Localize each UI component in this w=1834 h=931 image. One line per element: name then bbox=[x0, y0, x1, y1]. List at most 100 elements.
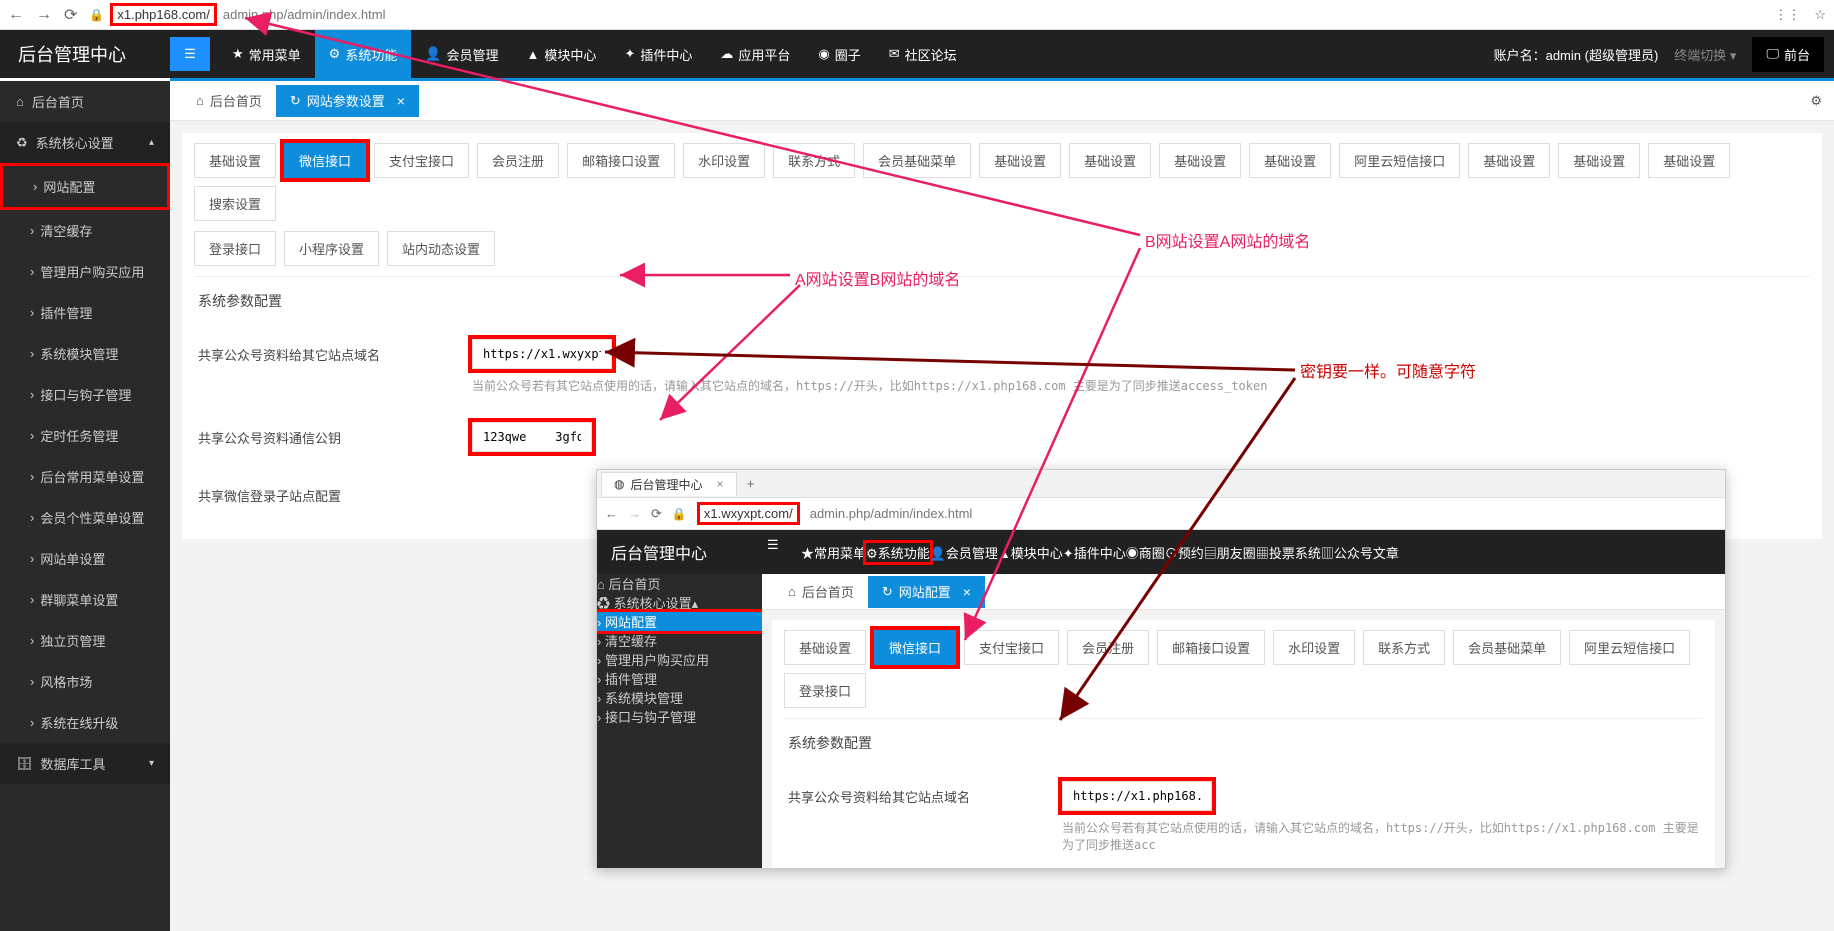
new-tab-button[interactable]: + bbox=[737, 476, 765, 491]
tab-miniapp[interactable]: 小程序设置 bbox=[284, 231, 379, 266]
inner-sidebar-user-buy[interactable]: › 管理用户购买应用 bbox=[597, 650, 762, 669]
inner-browser-tab[interactable]: ◍后台管理中心× bbox=[601, 472, 737, 496]
sidebar-home[interactable]: ⌂后台首页 bbox=[0, 81, 170, 122]
tab-base-3[interactable]: 基础设置 bbox=[1069, 143, 1151, 178]
menu-circle[interactable]: ◉圈子 bbox=[804, 30, 874, 78]
sidebar-group-system[interactable]: ♻系统核心设置▴ bbox=[0, 122, 170, 163]
inner-tab-login[interactable]: 登录接口 bbox=[784, 673, 866, 708]
inner-tab-alipay[interactable]: 支付宝接口 bbox=[964, 630, 1059, 665]
tab-base-6[interactable]: 基础设置 bbox=[1468, 143, 1550, 178]
sidebar-item-clear-cache[interactable]: ›清空缓存 bbox=[0, 210, 170, 251]
inner-sidebar-home[interactable]: ⌂ 后台首页 bbox=[597, 574, 762, 593]
sidebar-item-theme-market[interactable]: ›风格市场 bbox=[0, 661, 170, 702]
sidebar-item-user-buy[interactable]: ›管理用户购买应用 bbox=[0, 251, 170, 292]
input-pubkey[interactable] bbox=[472, 422, 592, 452]
inner-menu-plugin[interactable]: ✦插件中心 bbox=[1063, 543, 1126, 562]
sidebar-item-site-config[interactable]: ›网站配置 bbox=[0, 163, 170, 210]
inner-menu-system[interactable]: ⚙系统功能 bbox=[866, 543, 930, 562]
tab-aliyun-sms[interactable]: 阿里云短信接口 bbox=[1339, 143, 1460, 178]
menu-system[interactable]: ⚙系统功能 bbox=[315, 30, 412, 78]
sidebar-item-member-menu[interactable]: ›会员个性菜单设置 bbox=[0, 497, 170, 538]
forward-icon[interactable]: → bbox=[36, 6, 52, 24]
inner-tab-watermark[interactable]: 水印设置 bbox=[1273, 630, 1355, 665]
sidebar-item-hook[interactable]: ›接口与钩子管理 bbox=[0, 374, 170, 415]
inner-sidebar-site-config[interactable]: › 网站配置 bbox=[597, 612, 762, 631]
sidebar-item-online-upgrade[interactable]: ›系统在线升级 bbox=[0, 702, 170, 743]
inner-tab-home[interactable]: ⌂ 后台首页 bbox=[774, 576, 868, 608]
tab-register[interactable]: 会员注册 bbox=[477, 143, 559, 178]
input-domain[interactable] bbox=[472, 339, 612, 369]
tab-base-4[interactable]: 基础设置 bbox=[1159, 143, 1241, 178]
terminal-switch[interactable]: 终端切换 ▾ bbox=[1674, 45, 1736, 64]
menu-forum[interactable]: ✉社区论坛 bbox=[875, 30, 971, 78]
tab-site-params[interactable]: ↻网站参数设置× bbox=[276, 85, 419, 117]
sidebar-toggle-button[interactable]: ☰ bbox=[170, 37, 210, 71]
inner-sidebar-hook[interactable]: › 接口与钩子管理 bbox=[597, 707, 762, 726]
close-icon[interactable]: × bbox=[717, 477, 724, 491]
inner-menu-common[interactable]: ★常用菜单 bbox=[801, 543, 866, 562]
back-icon[interactable]: ← bbox=[605, 506, 618, 521]
tab-base-7[interactable]: 基础设置 bbox=[1558, 143, 1640, 178]
tab-alipay[interactable]: 支付宝接口 bbox=[374, 143, 469, 178]
tab-base-1[interactable]: 基础设置 bbox=[194, 143, 276, 178]
sidebar-item-cron[interactable]: ›定时任务管理 bbox=[0, 415, 170, 456]
tab-base-5[interactable]: 基础设置 bbox=[1249, 143, 1331, 178]
tab-watermark[interactable]: 水印设置 bbox=[683, 143, 765, 178]
tab-feed[interactable]: 站内动态设置 bbox=[387, 231, 495, 266]
inner-tab-member-menu[interactable]: 会员基础菜单 bbox=[1453, 630, 1561, 665]
menu-member[interactable]: 👤会员管理 bbox=[411, 30, 512, 78]
menu-plugin[interactable]: ✦插件中心 bbox=[610, 30, 706, 78]
sidebar-item-site-menu[interactable]: ›网站单设置 bbox=[0, 538, 170, 579]
inner-tab-register[interactable]: 会员注册 bbox=[1067, 630, 1149, 665]
inner-tab-wechat[interactable]: 微信接口 bbox=[874, 630, 956, 665]
tab-search[interactable]: 搜索设置 bbox=[194, 186, 276, 221]
sidebar-item-standalone[interactable]: ›独立页管理 bbox=[0, 620, 170, 661]
sidebar-item-module[interactable]: ›系统模块管理 bbox=[0, 333, 170, 374]
module-icon: ▲ bbox=[527, 47, 540, 62]
inner-sidebar-clear-cache[interactable]: › 清空缓存 bbox=[597, 631, 762, 650]
inner-tab-base[interactable]: 基础设置 bbox=[784, 630, 866, 665]
sidebar-group-database[interactable]: 🗄数据库工具▾ bbox=[0, 743, 170, 784]
forward-icon[interactable]: → bbox=[628, 506, 641, 521]
menu-app[interactable]: ☁应用平台 bbox=[706, 30, 804, 78]
inner-sidebar-plugin[interactable]: › 插件管理 bbox=[597, 669, 762, 688]
menu-common[interactable]: ★常用菜单 bbox=[218, 30, 315, 78]
sidebar-item-group-chat[interactable]: ›群聊菜单设置 bbox=[0, 579, 170, 620]
inner-menu-member[interactable]: 👤会员管理 bbox=[930, 543, 998, 562]
tab-base-8[interactable]: 基础设置 bbox=[1648, 143, 1730, 178]
inner-menu-moments[interactable]: ▤朋友圈 bbox=[1204, 543, 1256, 562]
inner-tab-mail[interactable]: 邮箱接口设置 bbox=[1157, 630, 1265, 665]
inner-menu-module[interactable]: ▲模块中心 bbox=[998, 543, 1063, 562]
star-icon[interactable]: ☆ bbox=[1814, 7, 1826, 23]
tab-wechat[interactable]: 微信接口 bbox=[284, 143, 366, 178]
inner-input-domain[interactable] bbox=[1062, 781, 1212, 811]
sidebar-item-plugin[interactable]: ›插件管理 bbox=[0, 292, 170, 333]
inner-menu-mp-article[interactable]: ▥公众号文章 bbox=[1321, 543, 1399, 562]
inner-menu-business[interactable]: ◉商圈 bbox=[1126, 543, 1165, 562]
close-icon[interactable]: × bbox=[397, 93, 405, 109]
tab-login[interactable]: 登录接口 bbox=[194, 231, 276, 266]
inner-menu-vote[interactable]: ▦投票系统 bbox=[1256, 543, 1321, 562]
config-tabs-row2: 登录接口 小程序设置 站内动态设置 bbox=[194, 231, 1810, 266]
tab-mail[interactable]: 邮箱接口设置 bbox=[567, 143, 675, 178]
reload-icon[interactable]: ⟳ bbox=[651, 506, 662, 522]
tab-member-menu[interactable]: 会员基础菜单 bbox=[863, 143, 971, 178]
inner-sidebar-module[interactable]: › 系统模块管理 bbox=[597, 688, 762, 707]
inner-tab-config[interactable]: ↻ 网站配置× bbox=[868, 576, 985, 608]
inner-sidebar-group[interactable]: ♻ 系统核心设置▴ bbox=[597, 593, 762, 612]
tab-base-2[interactable]: 基础设置 bbox=[979, 143, 1061, 178]
translate-icon[interactable]: ⋮⋮ bbox=[1774, 7, 1800, 23]
sidebar-item-backend-menu[interactable]: ›后台常用菜单设置 bbox=[0, 456, 170, 497]
inner-tab-aliyun[interactable]: 阿里云短信接口 bbox=[1569, 630, 1690, 665]
menu-module[interactable]: ▲模块中心 bbox=[513, 30, 611, 78]
inner-tab-contact[interactable]: 联系方式 bbox=[1363, 630, 1445, 665]
inner-sidebar-toggle[interactable]: ☰ bbox=[767, 537, 801, 567]
inner-menu-reserve[interactable]: ⊙预约 bbox=[1165, 543, 1204, 562]
reload-icon[interactable]: ⟳ bbox=[64, 5, 77, 25]
front-button[interactable]: 🖵前台 bbox=[1752, 37, 1824, 72]
gear-icon[interactable]: ⚙ bbox=[1810, 93, 1822, 109]
tab-contact[interactable]: 联系方式 bbox=[773, 143, 855, 178]
close-icon[interactable]: × bbox=[963, 584, 971, 600]
back-icon[interactable]: ← bbox=[8, 6, 24, 24]
tab-home[interactable]: ⌂后台首页 bbox=[182, 85, 276, 117]
